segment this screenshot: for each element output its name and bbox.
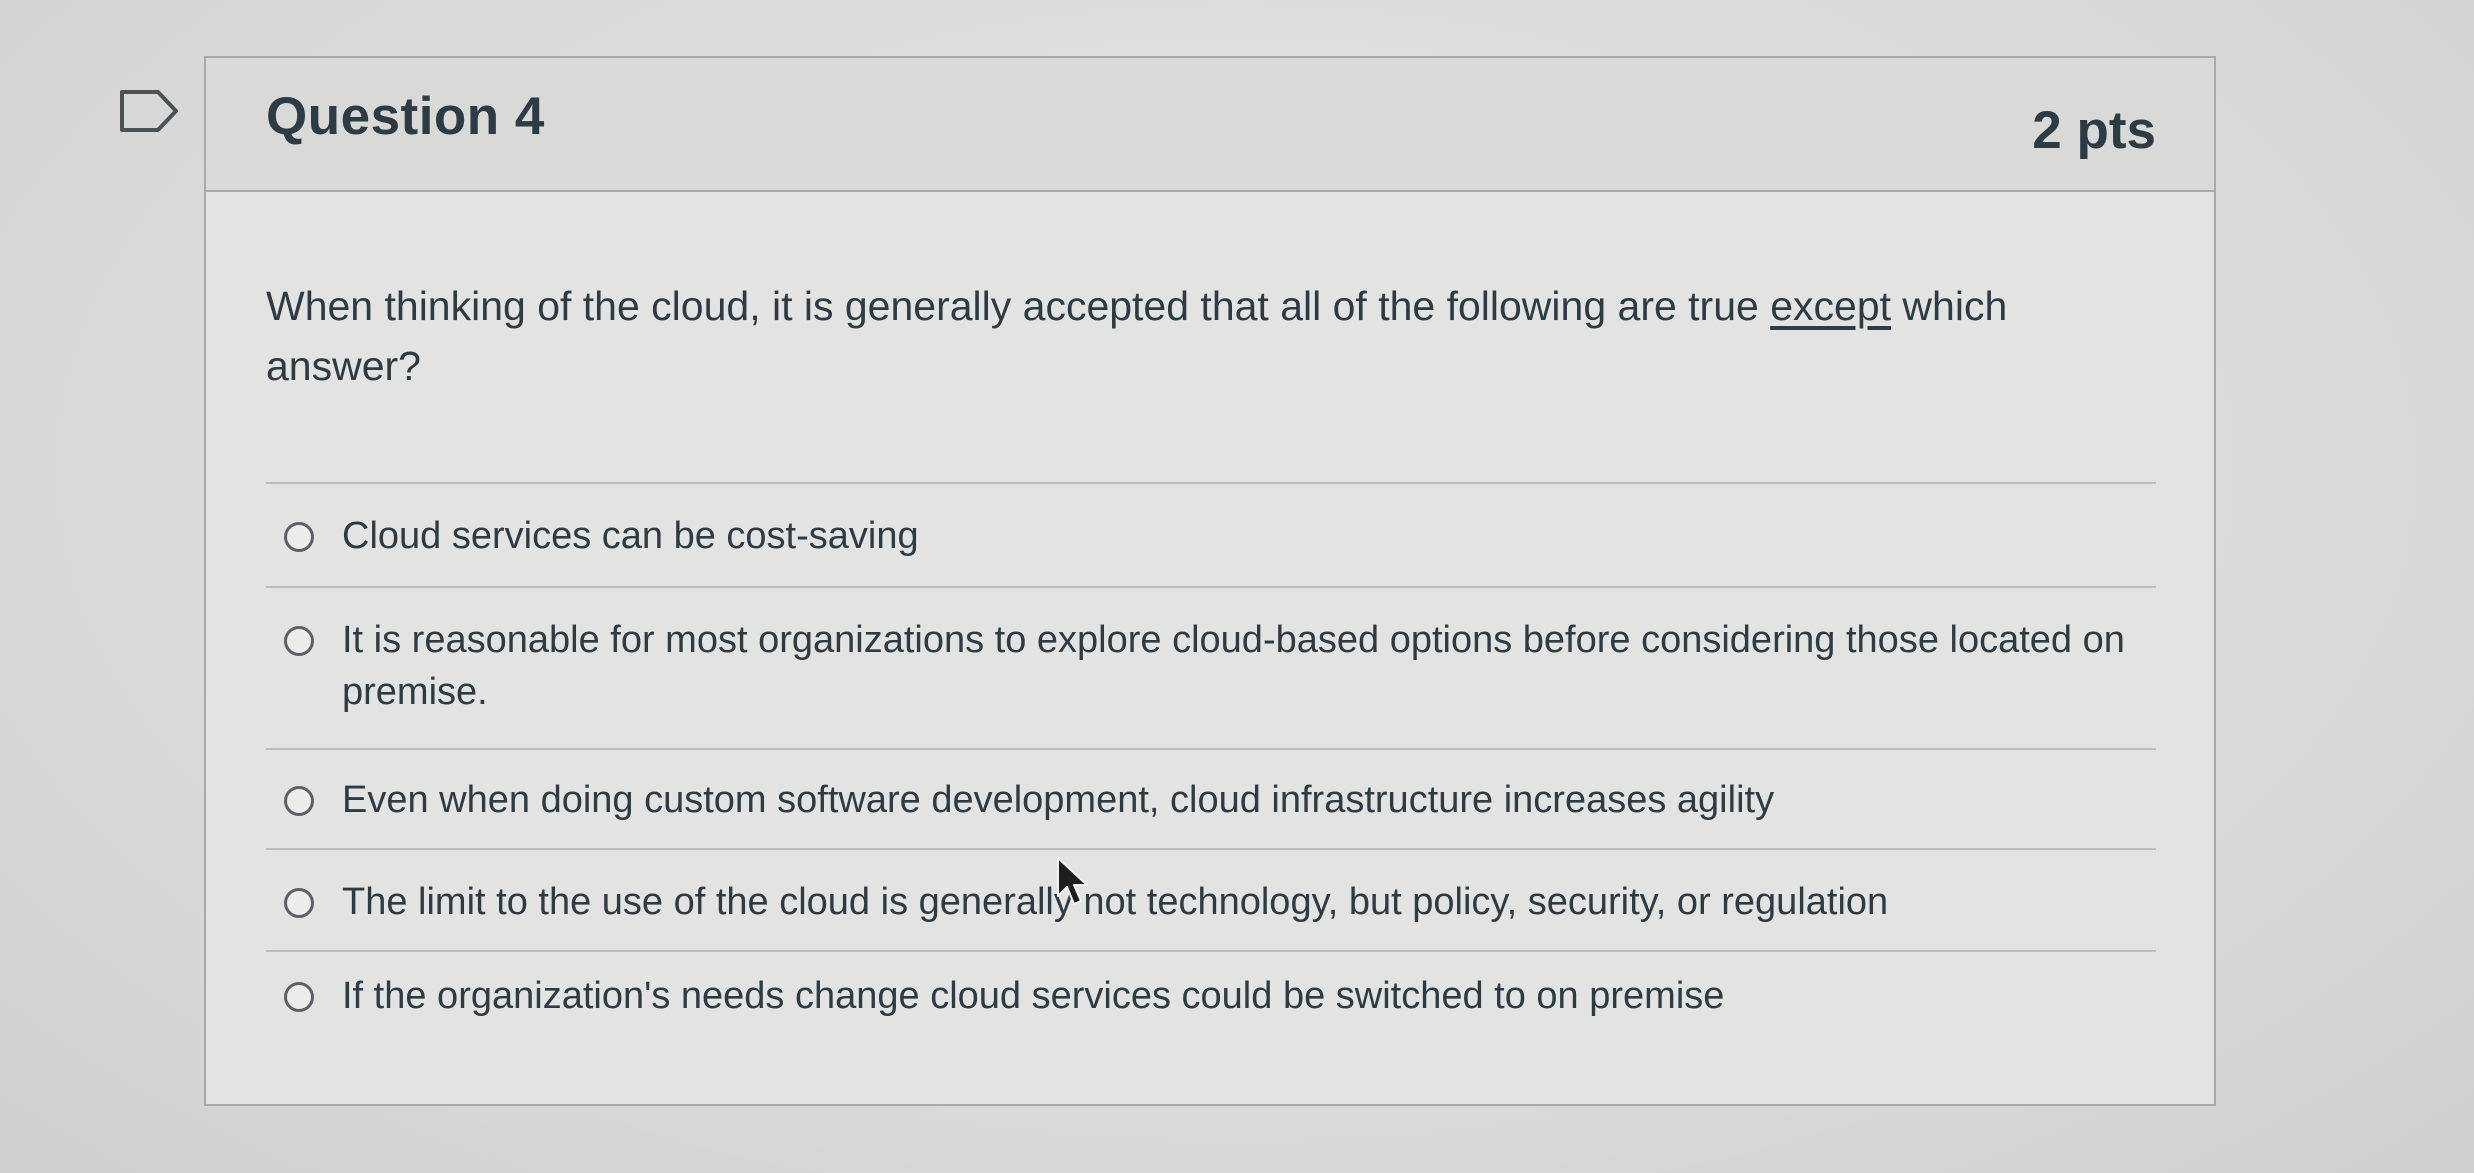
radio-button-icon[interactable] (284, 626, 314, 656)
answer-divider (266, 586, 2156, 588)
mouse-pointer-icon (1057, 857, 1088, 905)
answer-label: The limit to the use of the cloud is gen… (342, 881, 1889, 923)
flag-question-icon[interactable] (118, 88, 180, 134)
question-text: When thinking of the cloud, it is genera… (266, 276, 2166, 396)
answer-label: If the organization's needs change cloud… (342, 975, 1725, 1017)
answer-label: It is reasonable for most organizations … (342, 619, 2125, 713)
radio-button-icon[interactable] (284, 982, 314, 1012)
radio-button-icon[interactable] (284, 522, 314, 552)
answer-label: Cloud services can be cost-saving (342, 515, 919, 557)
radio-button-icon[interactable] (284, 888, 314, 918)
answer-label: Even when doing custom software developm… (342, 779, 1775, 821)
question-card: Question 4 2 pts When thinking of the cl… (204, 56, 2216, 1106)
question-header: Question 4 2 pts (206, 58, 2214, 192)
question-title: Question 4 (266, 87, 545, 146)
answers-divider (266, 482, 2156, 484)
question-text-part: When thinking of the cloud, it is genera… (266, 283, 1771, 329)
question-points: 2 pts (2032, 101, 2156, 160)
question-emphasis: except (1770, 283, 1892, 329)
radio-button-icon[interactable] (284, 786, 314, 816)
answer-divider (266, 950, 2156, 952)
answer-divider (266, 848, 2156, 850)
answer-divider (266, 748, 2156, 750)
